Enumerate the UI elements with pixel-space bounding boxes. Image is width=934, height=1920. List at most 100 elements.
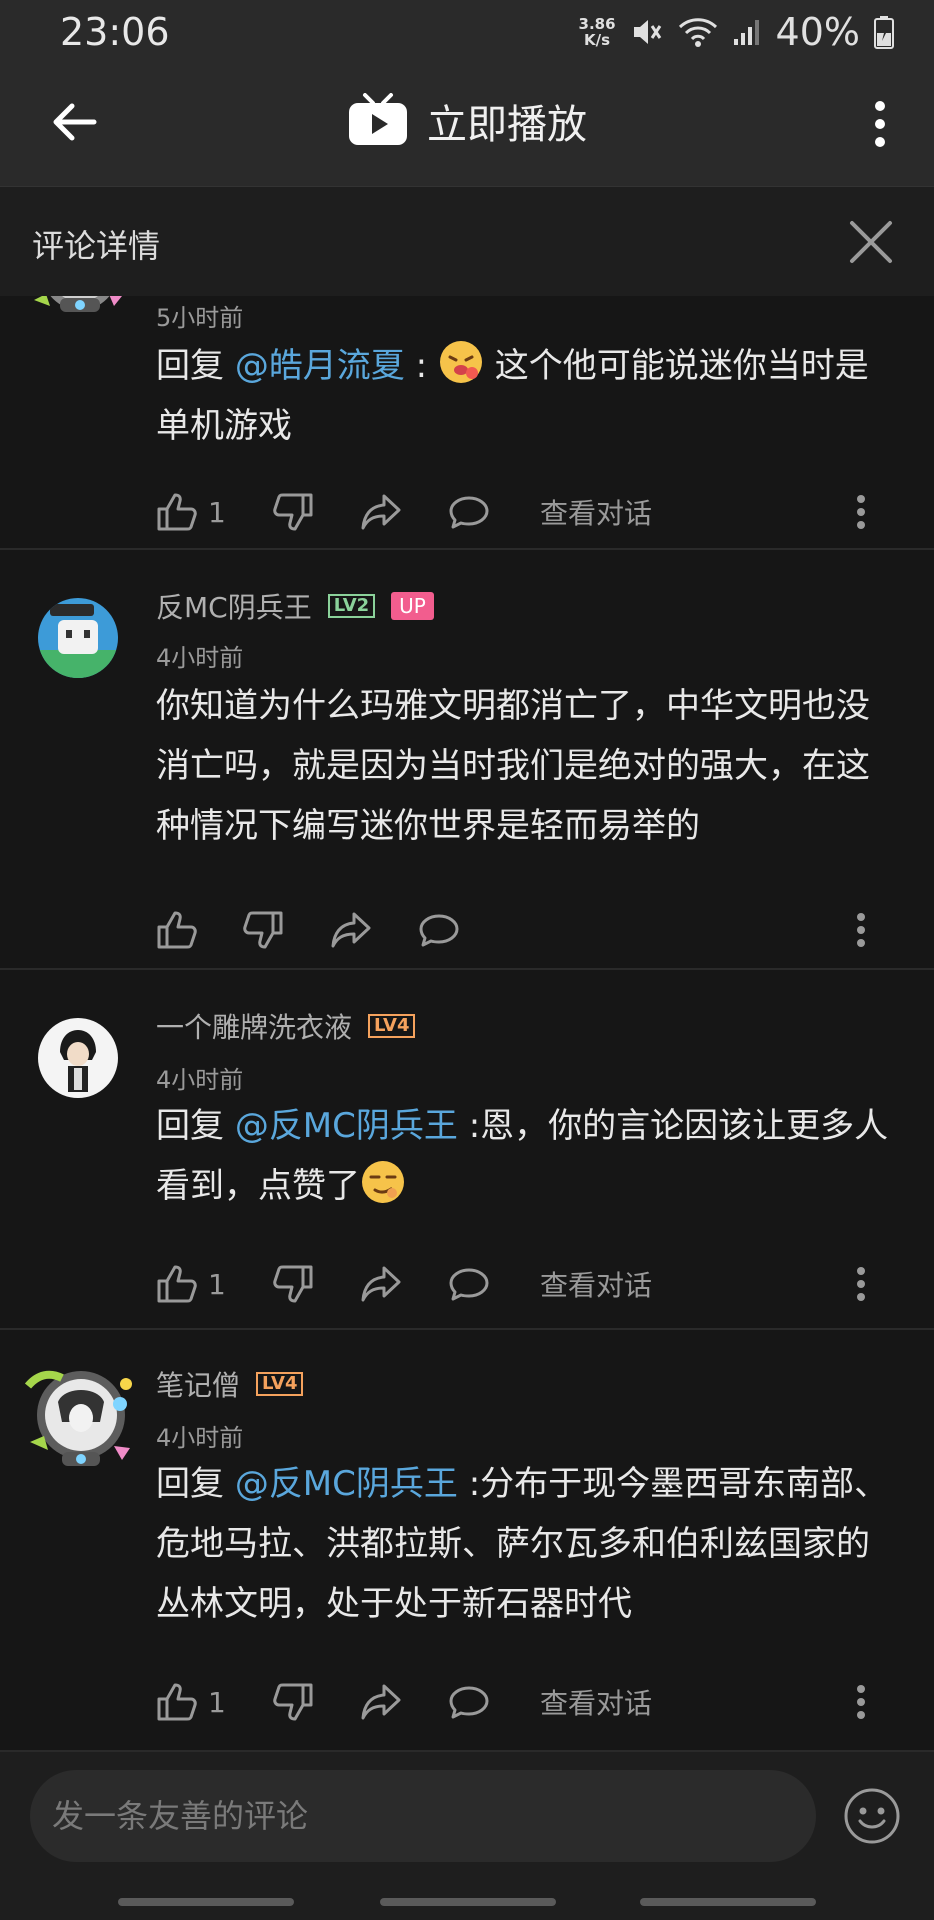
comment-more-button[interactable] — [846, 902, 876, 958]
comment-bubble-icon — [449, 1268, 489, 1301]
nav-back-button[interactable] — [640, 1898, 816, 1906]
view-conversation-link[interactable]: 查看对话 — [540, 1256, 652, 1312]
view-conversation-link[interactable]: 查看对话 — [540, 1674, 652, 1730]
like-count: 1 — [208, 495, 226, 529]
like-button[interactable]: 1 — [156, 1674, 226, 1730]
avatar[interactable] — [38, 598, 118, 678]
comment-input[interactable] — [30, 1770, 816, 1862]
like-button[interactable]: 1 — [156, 1256, 226, 1312]
battery-percent: 40% — [775, 10, 860, 54]
comment-bubble-icon — [419, 914, 459, 947]
close-icon[interactable] — [846, 217, 896, 267]
avatar[interactable] — [30, 296, 130, 322]
thumbs-down-icon — [273, 493, 313, 531]
reply-button[interactable] — [448, 484, 490, 540]
comment-timestamp: 5小时前 — [156, 304, 244, 332]
thumbs-up-icon — [157, 1265, 197, 1303]
comment-actions: 1 查看对话 — [156, 1674, 896, 1730]
status-icons: 3.86 K/s 40% — [579, 10, 894, 54]
comment-username[interactable]: 一个雕牌洗衣液 LV4 — [156, 1006, 416, 1046]
dislike-button[interactable] — [272, 1674, 314, 1730]
comment-composer — [0, 1752, 934, 1920]
battery-charging-icon — [874, 16, 894, 49]
share-icon — [361, 1266, 401, 1302]
comment-actions: 1 查看对话 — [156, 484, 896, 540]
avatar-image — [38, 1018, 118, 1098]
comment-text: 你知道为什么玛雅文明都消亡了，中华文明也没消亡吗，就是因为当时我们是绝对的强大，… — [156, 686, 870, 846]
panel-title: 评论详情 — [32, 227, 161, 265]
reply-button[interactable] — [418, 902, 460, 958]
nav-recents-button[interactable] — [118, 1898, 294, 1906]
up-badge: UP — [391, 592, 434, 620]
more-vertical-icon — [857, 913, 865, 947]
like-button[interactable] — [156, 902, 198, 958]
comment-bubble-icon — [449, 1686, 489, 1719]
share-button[interactable] — [330, 902, 372, 958]
comment-item: 笔记僧 LV4 4小时前 回复 @反MC阴兵王 :分布于现今墨西哥东南部、危地马… — [0, 1330, 934, 1752]
comment-username[interactable]: 笔记僧 LV4 — [156, 1364, 304, 1404]
comment-more-button[interactable] — [846, 1256, 876, 1312]
comment-timestamp: 4小时前 — [156, 644, 244, 672]
level-badge: LV2 — [327, 594, 376, 618]
share-button[interactable] — [360, 484, 402, 540]
nav-home-button[interactable] — [380, 1898, 556, 1906]
more-options-button[interactable] — [860, 94, 900, 154]
reply-button[interactable] — [448, 1674, 490, 1730]
comment-timestamp: 4小时前 — [156, 1066, 244, 1094]
network-speed: 3.86 K/s — [578, 15, 616, 49]
thumbs-up-icon — [157, 1683, 197, 1721]
thumbs-down-icon — [273, 1265, 313, 1303]
wifi-icon — [678, 18, 717, 47]
comment-list[interactable]: 5小时前 回复 @皓月流夏 : 这个他可能说迷你当时是单机游戏 1 查看对话 反… — [0, 296, 934, 1752]
view-conversation-link[interactable]: 查看对话 — [540, 484, 652, 540]
mention-link[interactable]: @反MC阴兵王 — [235, 1464, 458, 1504]
app-title-group[interactable]: 立即播放 — [0, 88, 934, 154]
dislike-button[interactable] — [272, 1256, 314, 1312]
more-vertical-icon — [857, 495, 865, 529]
mention-link[interactable]: @皓月流夏 — [235, 346, 405, 386]
app-title: 立即播放 — [427, 102, 587, 148]
blush-emoji-icon — [439, 341, 482, 383]
comment-username[interactable]: 反MC阴兵王 LV2 UP — [156, 586, 434, 626]
reply-button[interactable] — [448, 1256, 490, 1312]
like-button[interactable]: 1 — [156, 484, 226, 540]
more-vertical-icon — [857, 1267, 865, 1301]
avatar-frame-image — [24, 1370, 132, 1466]
signal-icon — [733, 20, 759, 45]
app-bar: 立即播放 — [0, 64, 934, 186]
share-icon — [331, 912, 371, 948]
like-count: 1 — [208, 1685, 226, 1719]
dislike-button[interactable] — [242, 902, 284, 958]
tv-play-icon — [349, 93, 407, 145]
share-button[interactable] — [360, 1256, 402, 1312]
emoji-picker-icon[interactable] — [842, 1786, 902, 1846]
status-bar: 23:06 3.86 K/s 40% — [0, 0, 934, 64]
smirk-emoji-icon — [362, 1161, 404, 1203]
comment-item: 反MC阴兵王 LV2 UP 4小时前 你知道为什么玛雅文明都消亡了，中华文明也没… — [0, 550, 934, 970]
level-badge: LV4 — [256, 1372, 304, 1396]
thumbs-down-icon — [273, 1683, 313, 1721]
like-count: 1 — [208, 1267, 226, 1301]
avatar[interactable] — [38, 1018, 118, 1098]
thumbs-down-icon — [243, 911, 283, 949]
comment-item: 一个雕牌洗衣液 LV4 4小时前 回复 @反MC阴兵王 :恩，你的言论因该让更多… — [0, 970, 934, 1330]
comment-more-button[interactable] — [846, 484, 876, 540]
share-button[interactable] — [360, 1674, 402, 1730]
comment-timestamp: 4小时前 — [156, 1424, 244, 1452]
comment-detail-header: 评论详情 — [0, 186, 934, 296]
dislike-button[interactable] — [272, 484, 314, 540]
comment-text: 回复 @反MC阴兵王 :分布于现今墨西哥东南部、危地马拉、洪都拉斯、萨尔瓦多和伯… — [156, 1464, 889, 1624]
thumbs-up-icon — [157, 911, 197, 949]
comment-actions — [156, 902, 896, 958]
share-icon — [361, 494, 401, 530]
share-icon — [361, 1684, 401, 1720]
level-badge: LV4 — [368, 1014, 416, 1038]
comment-item: 5小时前 回复 @皓月流夏 : 这个他可能说迷你当时是单机游戏 1 查看对话 — [0, 296, 934, 550]
avatar-image — [38, 598, 118, 678]
system-navigation-bar — [0, 1898, 934, 1908]
comment-text: 回复 @反MC阴兵王 :恩，你的言论因该让更多人看到，点赞了 — [156, 1106, 889, 1206]
mute-icon — [633, 20, 661, 44]
mention-link[interactable]: @反MC阴兵王 — [235, 1106, 458, 1146]
avatar[interactable] — [22, 1356, 140, 1474]
comment-more-button[interactable] — [846, 1674, 876, 1730]
